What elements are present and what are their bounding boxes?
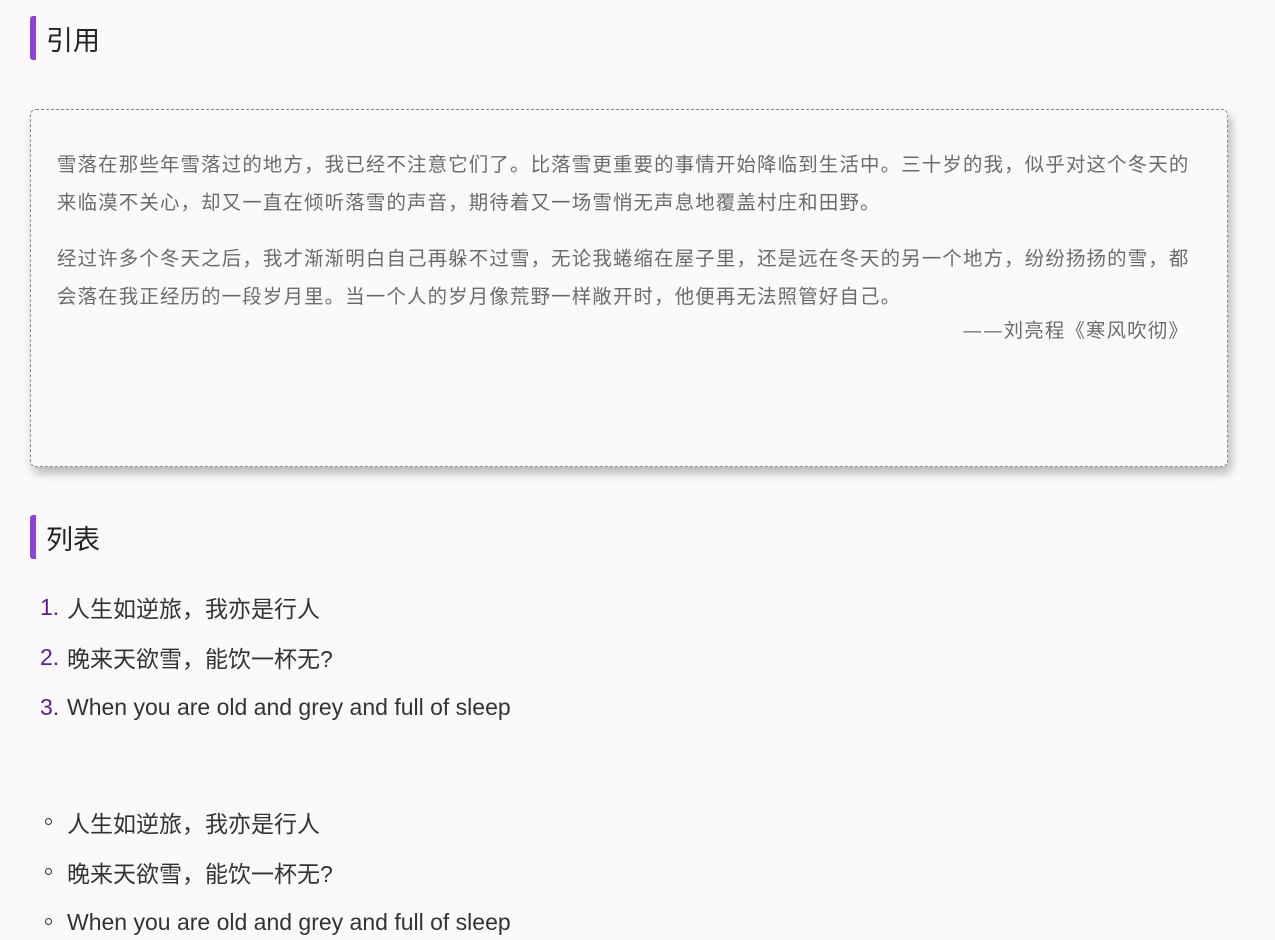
quote-source: ——刘亮程《寒风吹彻》: [962, 319, 1189, 342]
list-number: 1.: [40, 593, 60, 620]
list-item: 2. 晚来天欲雪，能饮一杯无?: [40, 632, 511, 682]
circle-bullet-icon: [40, 862, 67, 882]
list-item-text: 人生如逆旅，我亦是行人: [67, 596, 320, 622]
ordered-list: 1. 人生如逆旅，我亦是行人 2. 晚来天欲雪，能饮一杯无? 3. When y…: [40, 582, 511, 732]
list-number: 3.: [40, 693, 60, 720]
list-item-text: 人生如逆旅，我亦是行人: [67, 811, 320, 837]
list-item-text: 晚来天欲雪，能饮一杯无?: [67, 861, 333, 887]
list-number: 2.: [40, 643, 60, 670]
blockquote: 雪落在那些年雪落过的地方，我已经不注意它们了。比落雪更重要的事情开始降临到生活中…: [30, 109, 1228, 467]
list-item: 人生如逆旅，我亦是行人: [40, 797, 511, 847]
bullet-list: 人生如逆旅，我亦是行人 晚来天欲雪，能饮一杯无? When you are ol…: [40, 797, 511, 940]
list-section-title: 列表: [30, 515, 100, 559]
list-item: When you are old and grey and full of sl…: [40, 897, 511, 940]
quote-paragraph-1: 雪落在那些年雪落过的地方，我已经不注意它们了。比落雪更重要的事情开始降临到生活中…: [57, 153, 1190, 214]
circle-bullet-icon: [40, 812, 67, 832]
quote-section-title: 引用: [30, 16, 100, 60]
list-item: 3. When you are old and grey and full of…: [40, 682, 511, 732]
list-item: 晚来天欲雪，能饮一杯无?: [40, 847, 511, 897]
list-item-text: When you are old and grey and full of sl…: [67, 693, 511, 720]
list-item-text: 晚来天欲雪，能饮一杯无?: [67, 646, 333, 672]
list-item: 1. 人生如逆旅，我亦是行人: [40, 582, 511, 632]
circle-bullet-icon: [40, 912, 67, 932]
quote-paragraph-2: 经过许多个冬天之后，我才渐渐明白自己再躲不过雪，无论我蜷缩在屋子里，还是远在冬天…: [57, 247, 1190, 308]
list-item-text: When you are old and grey and full of sl…: [67, 908, 511, 935]
